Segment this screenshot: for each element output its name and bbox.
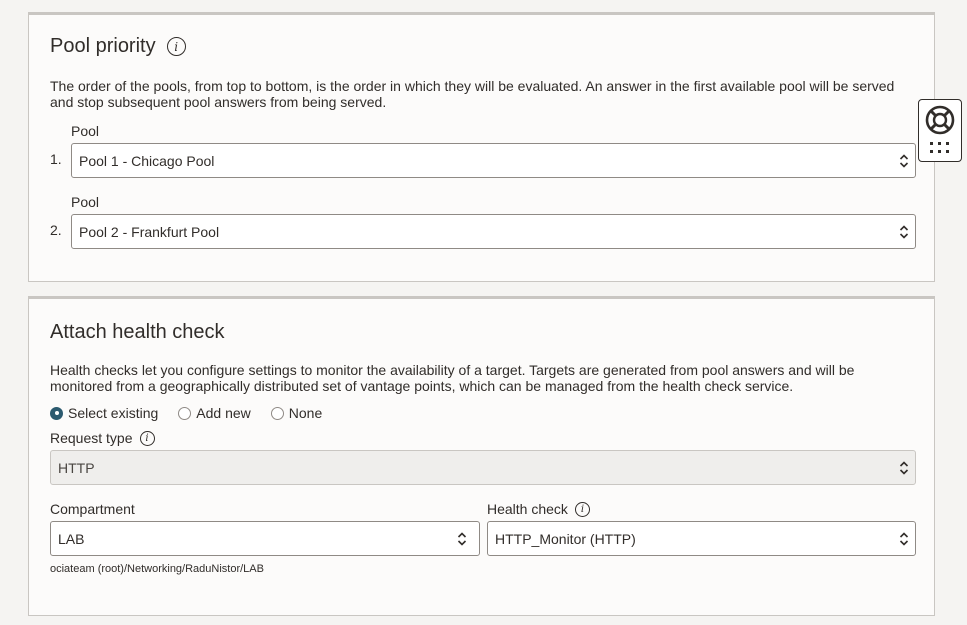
health-check-label: Health check i xyxy=(487,501,590,517)
page: Pool priority i The order of the pools, … xyxy=(0,0,967,625)
radio-none[interactable]: None xyxy=(270,405,323,421)
radio-add-new[interactable]: Add new xyxy=(178,405,251,421)
chevron-up-down-icon xyxy=(457,532,467,546)
chevron-up-down-icon xyxy=(899,154,909,168)
radio-button[interactable] xyxy=(178,406,192,420)
chevron-up-down-icon xyxy=(899,461,909,475)
pool-1-value: Pool 1 - Chicago Pool xyxy=(79,152,215,169)
radio-button[interactable] xyxy=(50,406,63,420)
pool-priority-panel: Pool priority i The order of the pools, … xyxy=(28,12,935,282)
request-type-label-text: Request type xyxy=(50,430,133,446)
compartment-select[interactable]: LAB xyxy=(50,521,480,556)
radio-select-existing-label: Select existing xyxy=(68,405,159,421)
lifebuoy-icon[interactable] xyxy=(925,105,955,135)
radio-none-label: None xyxy=(288,405,323,421)
pool-1-label: Pool xyxy=(71,123,100,139)
request-type-label: Request type i xyxy=(50,430,155,446)
chevron-up-down-icon xyxy=(899,225,909,239)
health-check-value: HTTP_Monitor (HTTP) xyxy=(495,530,636,547)
chevron-up-down-icon xyxy=(899,532,909,546)
radio-button[interactable] xyxy=(270,406,284,420)
info-icon[interactable]: i xyxy=(139,430,155,446)
radio-add-new-label: Add new xyxy=(196,405,251,421)
pool-2-select[interactable]: Pool 2 - Frankfurt Pool xyxy=(71,214,916,249)
compartment-path: ociateam (root)/Networking/RaduNistor/LA… xyxy=(50,563,264,575)
pool-priority-title-text: Pool priority xyxy=(50,35,156,57)
health-check-description: Health checks let you configure settings… xyxy=(50,362,855,394)
pool-priority-title: Pool priority i xyxy=(50,35,186,58)
pool-1-index: 1. xyxy=(50,151,62,167)
pool-2-value: Pool 2 - Frankfurt Pool xyxy=(79,223,220,240)
pool-2-index: 2. xyxy=(50,222,62,238)
health-check-select[interactable]: HTTP_Monitor (HTTP) xyxy=(487,521,916,556)
grid-icon[interactable] xyxy=(930,142,949,153)
help-widget[interactable] xyxy=(918,99,962,162)
radio-select-existing[interactable]: Select existing xyxy=(50,405,158,421)
health-check-panel: Attach health check Health checks let yo… xyxy=(28,296,935,616)
health-check-label-text: Health check xyxy=(487,501,568,517)
info-icon[interactable]: i xyxy=(166,37,186,56)
help-widget-icons xyxy=(925,105,955,153)
compartment-label: Compartment xyxy=(50,501,135,517)
pool-2-label: Pool xyxy=(71,194,100,210)
request-type-value: HTTP xyxy=(58,459,95,476)
health-check-title: Attach health check xyxy=(50,321,225,343)
compartment-value: LAB xyxy=(58,530,85,547)
request-type-select: HTTP xyxy=(50,450,916,485)
pool-priority-description: The order of the pools, from top to bott… xyxy=(50,78,895,110)
info-icon[interactable]: i xyxy=(574,501,590,517)
pool-1-select[interactable]: Pool 1 - Chicago Pool xyxy=(71,143,916,178)
health-check-mode-radio-group: Select existing Add new None xyxy=(50,405,334,421)
